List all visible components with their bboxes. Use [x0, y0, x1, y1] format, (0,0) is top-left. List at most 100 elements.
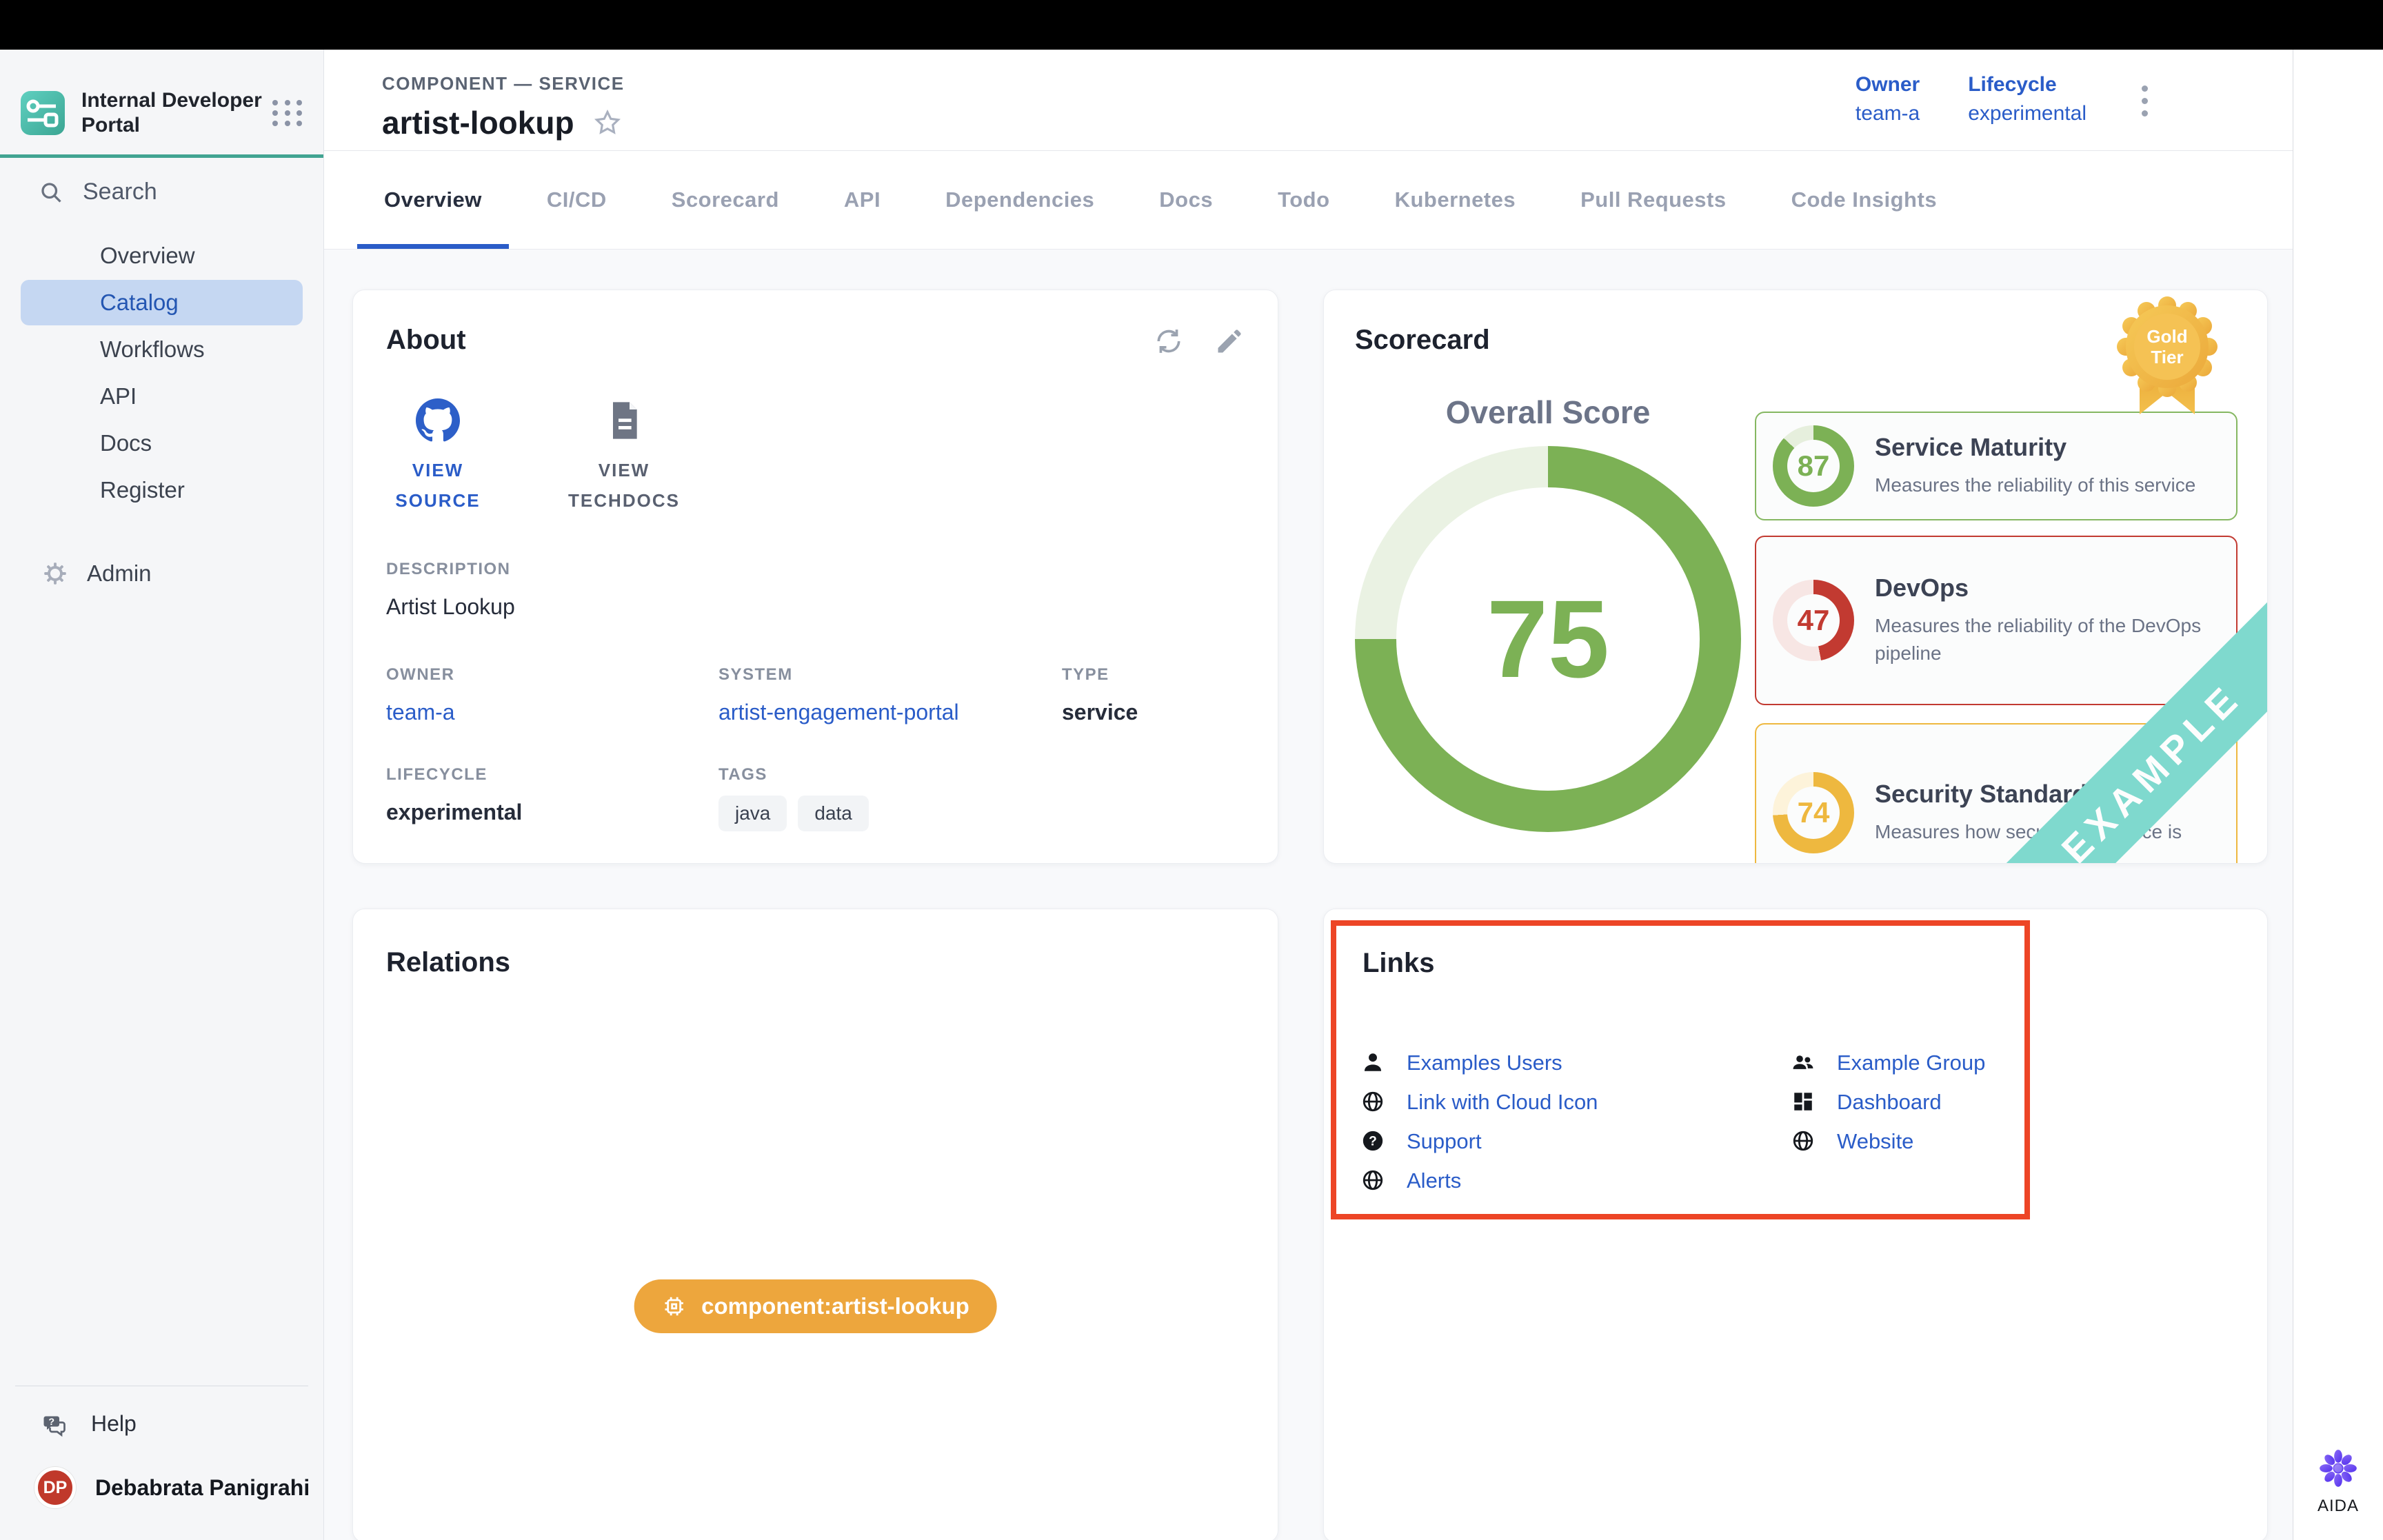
scorecard-title: Scorecard [1355, 325, 2236, 356]
sidebar-item-api[interactable]: API [21, 374, 303, 419]
globe-icon [1361, 1090, 1386, 1115]
svg-text:?: ? [48, 1416, 54, 1427]
owner-value[interactable]: team-a [1856, 102, 1920, 125]
relations-chip-label: component:artist-lookup [701, 1293, 969, 1319]
more-menu-icon[interactable] [2142, 73, 2148, 125]
about-card: About [352, 290, 1278, 864]
apps-grid-icon[interactable] [272, 100, 304, 126]
view-techdocs-label: VIEW TECHDOCS [568, 455, 680, 516]
system-top-bar [0, 0, 2383, 50]
search-label: Search [83, 179, 157, 205]
score-item-description: Measures the reliability of the DevOps p… [1875, 612, 2206, 667]
aida-label: AIDA [2317, 1497, 2359, 1516]
lifecycle-value: experimental [1968, 102, 2087, 125]
chip-component-icon [661, 1294, 686, 1319]
help-button[interactable]: ? Help [0, 1386, 323, 1437]
person-icon [1361, 1051, 1386, 1075]
help-label: Help [91, 1411, 137, 1437]
owner-link[interactable]: team-a [386, 700, 718, 725]
field-lifecycle: LIFECYCLE experimental [386, 765, 718, 831]
tab-api[interactable]: API [812, 151, 913, 249]
field-type: TYPE service [1062, 665, 1245, 725]
score-ring: 74 [1773, 772, 1854, 853]
tag-chip[interactable]: java [718, 796, 787, 831]
link-example-group[interactable]: Example Group [1791, 1043, 1985, 1082]
refresh-icon[interactable] [1154, 326, 1184, 356]
main-content: COMPONENT — SERVICE artist-lookup Owner … [324, 50, 2293, 1540]
app-title: Internal Developer Portal [81, 88, 267, 138]
score-ring: 47 [1773, 580, 1854, 661]
sidebar-item-admin[interactable]: Admin [0, 551, 323, 596]
entity-header: COMPONENT — SERVICE artist-lookup Owner … [324, 50, 2293, 150]
help-icon: ? [1361, 1129, 1386, 1154]
tab-docs[interactable]: Docs [1127, 151, 1245, 249]
score-item-title: DevOps [1875, 574, 2206, 602]
link-website[interactable]: Website [1791, 1122, 1985, 1161]
tab-pull-requests[interactable]: Pull Requests [1548, 151, 1759, 249]
tab-kubernetes[interactable]: Kubernetes [1363, 151, 1549, 249]
tab-cicd[interactable]: CI/CD [514, 151, 639, 249]
header-lifecycle: Lifecycle experimental [1968, 73, 2087, 125]
link-with-cloud-icon[interactable]: Link with Cloud Icon [1361, 1082, 1598, 1122]
techdocs-file-icon [602, 398, 646, 443]
tab-dependencies[interactable]: Dependencies [913, 151, 1127, 249]
user-name: Debabrata Panigrahi [95, 1475, 310, 1501]
link-alerts[interactable]: Alerts [1361, 1161, 1598, 1200]
score-item-title: Service Maturity [1875, 433, 2195, 462]
dashboard-icon [1791, 1090, 1816, 1115]
favorite-star-icon[interactable] [592, 108, 623, 138]
scorecard-card: Scorecard Overall Score 75 87 Service Ma… [1323, 290, 2268, 864]
sidebar-item-workflows[interactable]: Workflows [21, 327, 303, 372]
user-menu[interactable]: DP Debabrata Panigrahi [0, 1437, 323, 1540]
link-dashboard[interactable]: Dashboard [1791, 1082, 1985, 1122]
view-source-button[interactable]: VIEW SOURCE [386, 398, 490, 516]
tab-todo[interactable]: Todo [1245, 151, 1362, 249]
sidebar-search[interactable]: Search [0, 158, 323, 205]
system-link[interactable]: artist-engagement-portal [718, 700, 1062, 725]
links-title: Links [1363, 948, 1998, 979]
tag-chip[interactable]: data [798, 796, 869, 831]
header-owner[interactable]: Owner team-a [1856, 73, 1920, 125]
tab-scorecard[interactable]: Scorecard [639, 151, 812, 249]
help-chat-icon: ? [43, 1412, 68, 1437]
field-system: SYSTEM artist-engagement-portal [718, 665, 1062, 725]
sidebar-nav: Overview Catalog Workflows API Docs Regi… [0, 233, 323, 596]
search-icon [39, 180, 63, 205]
svg-text:Tier: Tier [2151, 347, 2183, 367]
entity-tabs: Overview CI/CD Scorecard API Dependencie… [324, 150, 2293, 250]
overall-score-value: 75 [1355, 446, 1741, 832]
group-icon [1791, 1051, 1816, 1075]
overall-score-donut: 75 [1355, 446, 1741, 832]
gold-tier-badge: Gold Tier [2115, 296, 2219, 418]
score-item-devops[interactable]: 47 DevOps Measures the reliability of th… [1755, 536, 2238, 705]
link-examples-users[interactable]: Examples Users [1361, 1043, 1598, 1082]
globe-icon [1791, 1129, 1816, 1154]
sidebar-item-register[interactable]: Register [21, 467, 303, 513]
aida-widget[interactable]: AIDA [2317, 1449, 2359, 1516]
aida-flower-icon [2319, 1449, 2357, 1488]
github-icon [416, 398, 460, 443]
admin-label: Admin [87, 560, 152, 587]
sidebar-item-catalog[interactable]: Catalog [21, 280, 303, 325]
overall-score-label: Overall Score [1355, 394, 1741, 431]
score-ring: 87 [1773, 425, 1854, 507]
sidebar-item-overview[interactable]: Overview [21, 233, 303, 278]
relations-entity-chip[interactable]: component:artist-lookup [634, 1279, 997, 1333]
score-item-description: Measures the reliability of this service [1875, 472, 2195, 499]
tab-code-insights[interactable]: Code Insights [1759, 151, 1969, 249]
lifecycle-label: Lifecycle [1968, 73, 2087, 97]
score-item-service-maturity[interactable]: 87 Service Maturity Measures the reliabi… [1755, 412, 2238, 520]
relations-card: Relations component:artist-lookup [352, 909, 1278, 1540]
view-techdocs-button[interactable]: VIEW TECHDOCS [572, 398, 676, 516]
view-source-label: VIEW SOURCE [386, 455, 490, 516]
description-label: DESCRIPTION [386, 560, 1245, 579]
gear-icon [43, 561, 68, 586]
field-owner: OWNER team-a [386, 665, 718, 725]
tab-overview[interactable]: Overview [352, 151, 514, 249]
field-tags: TAGS java data [718, 765, 1062, 831]
sidebar-item-docs[interactable]: Docs [21, 421, 303, 466]
avatar: DP [34, 1467, 76, 1508]
owner-label: Owner [1856, 73, 1920, 97]
edit-pencil-icon[interactable] [1214, 326, 1245, 356]
link-support[interactable]: ? Support [1361, 1122, 1598, 1161]
